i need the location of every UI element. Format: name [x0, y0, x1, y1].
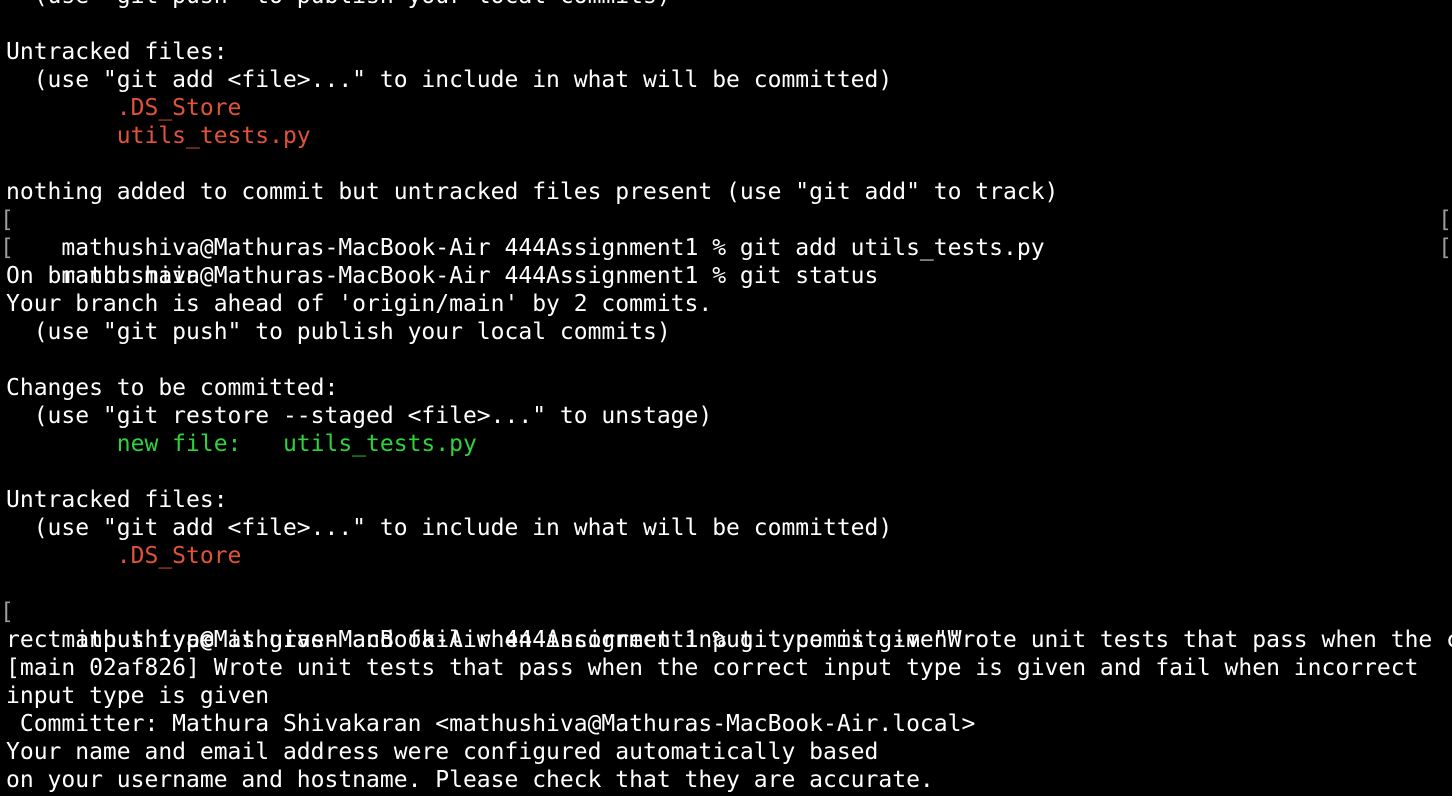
staged-file-line: new file: utils_tests.py: [6, 431, 477, 457]
terminal-line: Your name and email address were configu…: [6, 739, 879, 765]
terminal-line: Your branch is ahead of 'origin/main' by…: [6, 291, 713, 317]
prompt-bracket: [: [0, 599, 14, 625]
terminal-window[interactable]: (use "git push" to publish your local co…: [0, 0, 1452, 796]
terminal-line: (use "git push" to publish your local co…: [6, 319, 671, 345]
terminal-line: input type is given: [6, 683, 270, 709]
terminal-line: Untracked files:: [6, 39, 228, 65]
terminal-line: (use "git add <file>..." to include in w…: [6, 67, 893, 93]
terminal-line: [main 02af826] Wrote unit tests that pas…: [6, 655, 1419, 681]
terminal-line: Untracked files:: [6, 487, 228, 513]
terminal-line: (use "git add <file>..." to include in w…: [6, 515, 893, 541]
prompt-bracket: [: [0, 235, 14, 261]
terminal-line: nothing added to commit but untracked fi…: [6, 179, 1059, 205]
untracked-file-line: .DS_Store: [6, 543, 242, 569]
prompt-closing-bracket: [: [1438, 235, 1452, 261]
prompt-line: [mathushiva@Mathuras-MacBook-Air 444Assi…: [0, 598, 1452, 653]
untracked-file-line: utils_tests.py: [6, 123, 311, 149]
prompt-closing-bracket: [: [1438, 207, 1452, 233]
terminal-line: on your username and hostname. Please ch…: [6, 767, 934, 793]
terminal-line: Changes to be committed:: [6, 375, 339, 401]
terminal-line: Committer: Mathura Shivakaran <mathushiv…: [6, 711, 976, 737]
prompt-line: [mathushiva@Mathuras-MacBook-Air 444Assi…: [0, 206, 1452, 261]
untracked-file-line: .DS_Store: [6, 95, 242, 121]
prompt-line: [mathushiva@Mathuras-MacBook-Air 444Assi…: [0, 234, 1452, 289]
terminal-line: rect input type is given and fail when i…: [6, 627, 962, 653]
terminal-line: (use "git push" to publish your local co…: [0, 0, 1452, 10]
terminal-line: On branch main: [6, 263, 200, 289]
prompt-bracket: [: [0, 207, 14, 233]
terminal-line: (use "git restore --staged <file>..." to…: [6, 403, 713, 429]
